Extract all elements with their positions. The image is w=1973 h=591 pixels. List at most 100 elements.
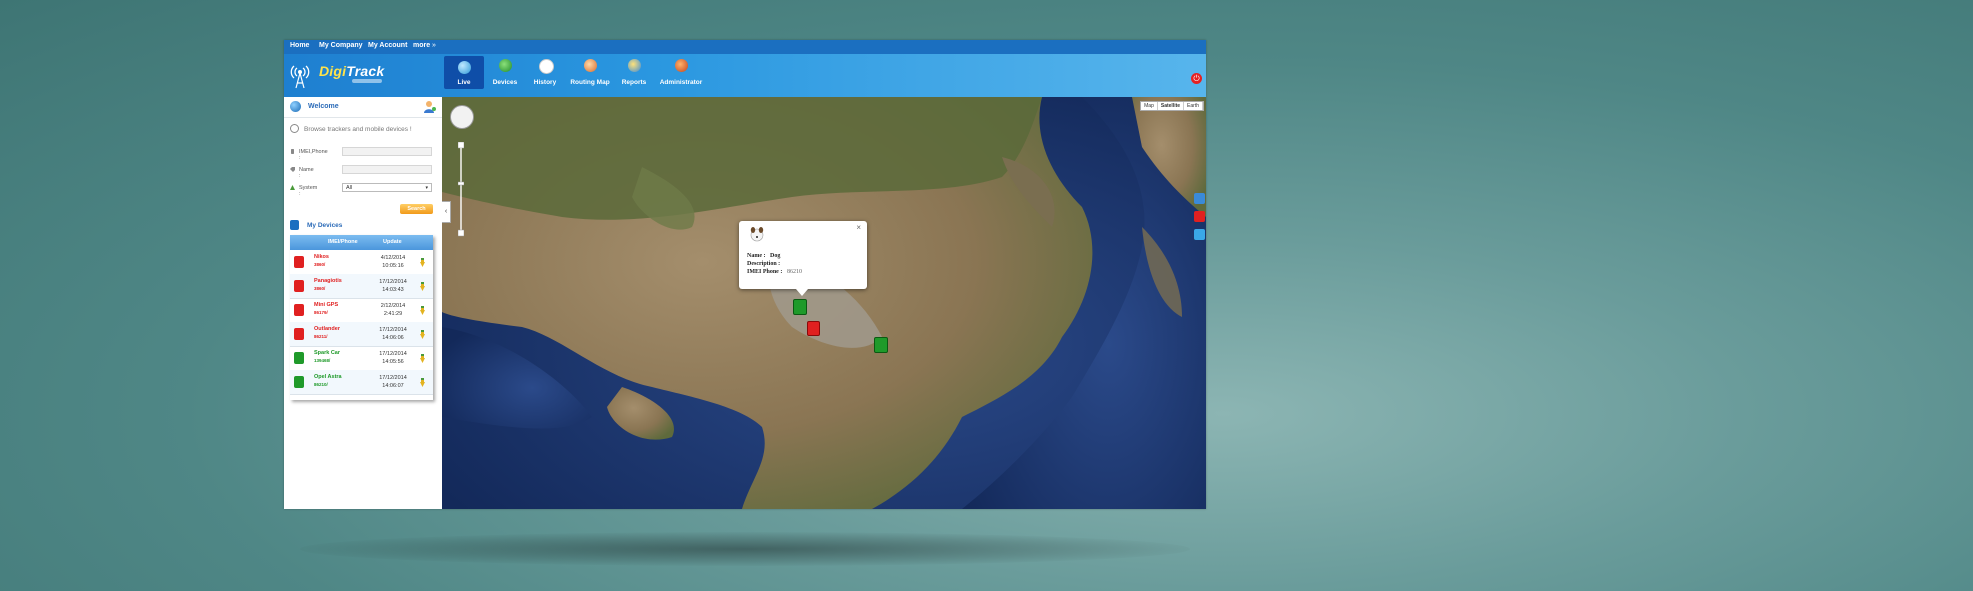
device-info-popup: × Name : Dog Description : IMEI Phone :8… <box>739 221 867 296</box>
table-row[interactable]: Nikos 3860/ 4/12/2014 10:05:16 <box>290 250 433 275</box>
header: DigiTrack Live Devices History Routing M… <box>284 54 1206 97</box>
arrow-down-icon[interactable] <box>420 354 425 363</box>
device-id: 86210/ <box>314 382 328 387</box>
map-marker-red[interactable] <box>807 321 820 336</box>
logo: DigiTrack <box>319 63 385 79</box>
popup-imei: IMEI Phone :86210 <box>747 269 802 275</box>
vehicle-icon <box>294 280 304 292</box>
globe-small-icon <box>290 101 301 112</box>
device-id: 86179/ <box>314 310 328 315</box>
arrow-down-icon[interactable] <box>420 258 425 267</box>
arrow-down-icon[interactable] <box>420 282 425 291</box>
nav-devices-label: Devices <box>492 79 518 86</box>
app-window: Home My Company My Account more » DigiTr… <box>284 40 1206 509</box>
system-select[interactable]: All ▾ <box>342 183 432 192</box>
reports-icon <box>627 59 641 72</box>
welcome-header: Welcome <box>284 97 442 118</box>
satellite-map[interactable] <box>442 97 1206 509</box>
device-update: 2/12/2014 2:41:29 <box>380 303 406 317</box>
arrow-down-icon[interactable] <box>420 378 425 387</box>
map-type-satellite[interactable]: Satellite <box>1158 102 1185 110</box>
table-row[interactable]: Panagiotis 3860/ 17/12/2014 14:03:43 <box>290 274 433 299</box>
globe-icon <box>457 61 471 74</box>
device-name[interactable]: Spark Car <box>314 350 340 356</box>
bus-side-icon[interactable] <box>1194 193 1205 204</box>
car-side-icon[interactable] <box>1194 211 1205 222</box>
col-update[interactable]: Update <box>383 239 402 245</box>
phone-icon <box>291 149 294 154</box>
nav-administrator-label: Administrator <box>659 79 703 86</box>
bus-icon <box>290 220 299 230</box>
device-name[interactable]: Outlander <box>314 326 340 332</box>
table-row[interactable]: Spark Car 139468/ 17/12/2014 14:05:56 <box>290 346 433 371</box>
nav-live[interactable]: Live <box>444 56 484 89</box>
chevron-down-icon: ▾ <box>425 185 428 191</box>
popup-description: Description : <box>747 261 781 267</box>
search-button[interactable]: Search <box>400 204 433 214</box>
device-id: 139468/ <box>314 358 331 363</box>
table-row[interactable]: Opel Astra 86210/ 17/12/2014 14:06:07 <box>290 370 433 395</box>
arrow-down-icon[interactable] <box>420 306 425 315</box>
map-marker-green[interactable] <box>874 337 888 353</box>
chat-side-icon[interactable] <box>1194 229 1205 240</box>
arrow-down-icon[interactable] <box>420 330 425 339</box>
nav-reports-label: Reports <box>621 79 647 86</box>
top-link-home[interactable]: Home <box>290 42 309 49</box>
popup-close-icon[interactable]: × <box>856 223 861 232</box>
device-update: 17/12/2014 14:03:43 <box>379 279 407 293</box>
map-type-switch[interactable]: Map Satellite Earth <box>1140 101 1204 111</box>
top-link-my-company[interactable]: My Company <box>319 42 363 49</box>
routing-map-icon <box>583 59 597 72</box>
dog-icon <box>750 227 764 242</box>
my-devices-header: My Devices <box>290 220 342 230</box>
devices-icon <box>498 59 512 72</box>
device-id: 3860/ <box>314 286 326 291</box>
pan-control-icon[interactable] <box>450 105 474 129</box>
floor-shadow <box>300 532 1190 566</box>
map-type-map[interactable]: Map <box>1141 102 1158 110</box>
device-name[interactable]: Panagiotis <box>314 278 342 284</box>
map-type-earth[interactable]: Earth <box>1184 102 1203 110</box>
search-icon <box>290 124 299 133</box>
nav-reports[interactable]: Reports <box>616 54 652 97</box>
top-link-my-account[interactable]: My Account <box>368 42 407 49</box>
table-row[interactable]: Mini GPS 86179/ 2/12/2014 2:41:29 <box>290 298 433 323</box>
browse-text: Browse trackers and mobile devices ! <box>304 126 412 133</box>
imei-input[interactable] <box>342 147 432 156</box>
nav-administrator[interactable]: Administrator <box>656 54 706 97</box>
browse-hint: Browse trackers and mobile devices ! <box>290 124 412 133</box>
nav-live-label: Live <box>457 79 471 86</box>
system-icon <box>290 185 295 190</box>
table-row[interactable]: Outlander 86211/ 17/12/2014 14:06:06 <box>290 322 433 347</box>
popup-name: Name : Dog <box>747 253 781 259</box>
name-input[interactable] <box>342 165 432 174</box>
map-view[interactable]: Map Satellite Earth ‹ × Name : Dog Descr… <box>442 97 1206 509</box>
col-imei-phone[interactable]: IMEI/Phone <box>328 239 358 245</box>
antenna-icon <box>290 65 310 89</box>
device-update: 17/12/2014 14:06:06 <box>379 327 407 341</box>
top-links-bar: Home My Company My Account more » <box>284 40 1206 54</box>
vehicle-icon <box>294 304 304 316</box>
nav-history[interactable]: History <box>527 54 563 97</box>
device-update: 17/12/2014 14:06:07 <box>379 375 407 389</box>
power-icon[interactable]: ⏻ <box>1191 73 1202 84</box>
clock-icon <box>538 59 554 74</box>
user-icon[interactable] <box>424 100 436 113</box>
more-arrow-icon[interactable]: » <box>432 42 436 49</box>
nav-devices[interactable]: Devices <box>487 54 523 97</box>
vehicle-icon <box>294 256 304 268</box>
top-link-more[interactable]: more <box>413 42 430 49</box>
device-name[interactable]: Opel Astra <box>314 374 342 380</box>
zoom-slider[interactable] <box>458 142 464 237</box>
device-id: 86211/ <box>314 334 328 339</box>
welcome-title: Welcome <box>308 103 339 110</box>
vehicle-icon <box>294 328 304 340</box>
device-name[interactable]: Nikos <box>314 254 329 260</box>
device-id: 3860/ <box>314 262 326 267</box>
collapse-sidebar-button[interactable]: ‹ <box>442 201 451 223</box>
nav-routing-map[interactable]: Routing Map <box>567 54 613 97</box>
device-name[interactable]: Mini GPS <box>314 302 338 308</box>
devices-table-header: IMEI/Phone Update <box>290 235 433 250</box>
map-marker-green[interactable] <box>793 299 807 315</box>
nav-routing-map-label: Routing Map <box>570 79 610 86</box>
